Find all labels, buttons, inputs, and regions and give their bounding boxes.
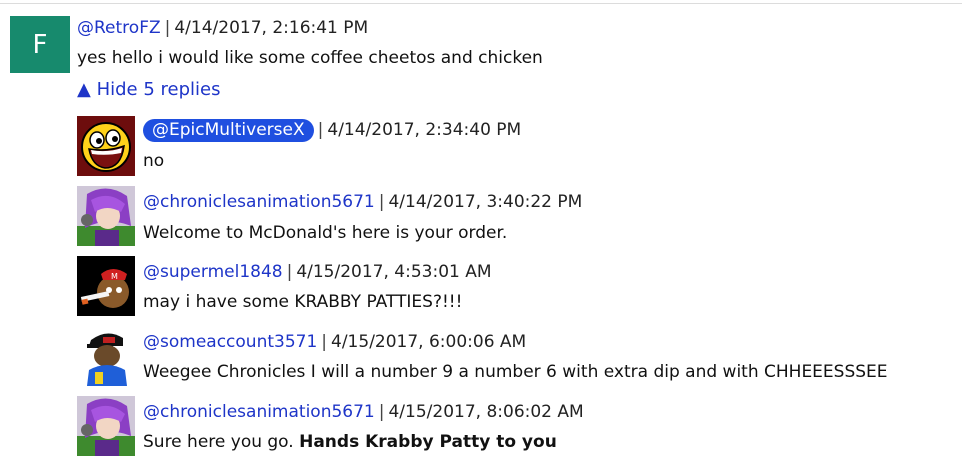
username-link[interactable]: @chroniclesanimation5671	[143, 402, 375, 422]
reply-header: @chroniclesanimation5671 | 4/14/2017, 3:40…	[143, 191, 582, 213]
username-link[interactable]: @someaccount3571	[143, 332, 317, 352]
separator: |	[378, 402, 385, 422]
hide-replies-button[interactable]: ▲ Hide 5 replies	[77, 78, 220, 102]
reply-header: @supermel1848 | 4/15/2017, 4:53:01 AM	[143, 261, 492, 283]
username-link[interactable]: @EpicMultiverseX	[143, 119, 314, 142]
timestamp: 4/15/2017, 6:00:06 AM	[331, 332, 527, 352]
reply-text: may i have some KRABBY PATTIES?!!!	[143, 292, 463, 312]
timestamp: 4/14/2017, 2:34:40 PM	[327, 120, 522, 140]
timestamp: 4/15/2017, 4:53:01 AM	[296, 262, 492, 282]
username-link[interactable]: @chroniclesanimation5671	[143, 192, 375, 212]
purple-character-icon[interactable]	[77, 396, 135, 456]
separator: |	[317, 120, 324, 140]
reply-text-bold: Hands Krabby Patty to you	[299, 432, 557, 452]
reply-text-plain: Sure here you go.	[143, 432, 300, 452]
reply-header: @someaccount3571 | 4/15/2017, 6:00:06 AM	[143, 331, 526, 353]
reply-header: @chroniclesanimation5671 | 4/15/2017, 8:06…	[143, 401, 584, 423]
cartoon-smoker-icon[interactable]: M	[77, 256, 135, 316]
cap-character-icon[interactable]	[77, 326, 135, 386]
timestamp: 4/14/2017, 3:40:22 PM	[388, 192, 583, 212]
avatar-letter: F	[32, 29, 48, 60]
separator: |	[164, 18, 171, 38]
reply-text: Weegee Chronicles I will a number 9 a nu…	[143, 362, 888, 382]
svg-text:M: M	[111, 272, 118, 281]
hide-replies-label: Hide 5 replies	[96, 79, 221, 100]
comment-text: yes hello i would like some coffee cheet…	[77, 48, 543, 68]
timestamp: 4/14/2017, 2:16:41 PM	[174, 18, 369, 38]
comment-header: @RetroFZ | 4/14/2017, 2:16:41 PM	[77, 17, 368, 39]
separator: |	[378, 192, 385, 212]
purple-character-icon[interactable]	[77, 186, 135, 246]
reply-text: Sure here you go. Hands Krabby Patty to …	[143, 431, 557, 453]
triangle-up-icon: ▲	[77, 79, 91, 100]
username-link[interactable]: @RetroFZ	[77, 18, 161, 38]
awesome-face-icon[interactable]	[77, 116, 135, 176]
reply-text: Welcome to McDonald's here is your order…	[143, 223, 508, 243]
reply-header: @EpicMultiverseX | 4/14/2017, 2:34:40 PM	[143, 119, 522, 142]
username-link[interactable]: @supermel1848	[143, 262, 283, 282]
reply-text: no	[143, 151, 165, 171]
timestamp: 4/15/2017, 8:06:02 AM	[388, 402, 584, 422]
avatar[interactable]: F	[10, 16, 70, 73]
separator: |	[321, 332, 328, 352]
separator: |	[286, 262, 293, 282]
